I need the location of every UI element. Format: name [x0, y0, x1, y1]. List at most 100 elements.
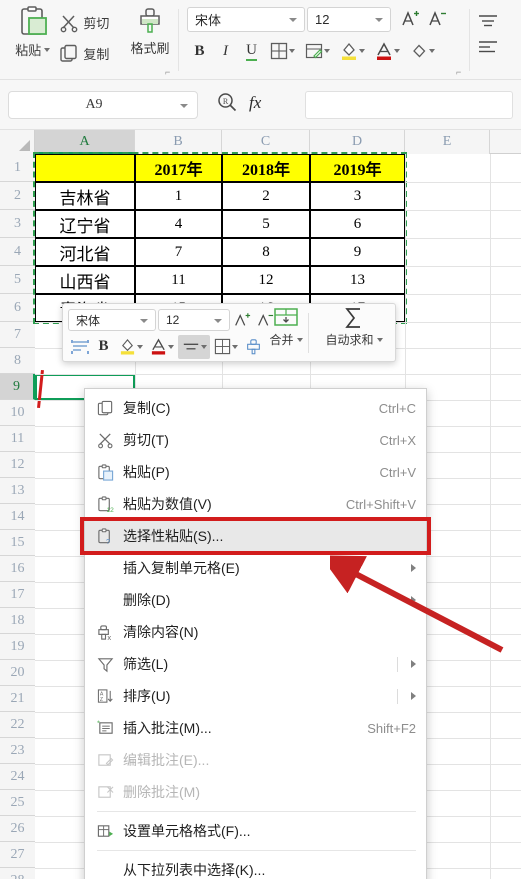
mini-font-size-select[interactable]: 12 [158, 309, 230, 331]
row-header-8[interactable]: 8 [0, 348, 35, 374]
chevron-down-icon[interactable] [180, 103, 188, 108]
chevron-down-icon[interactable] [232, 344, 238, 349]
align-left-button[interactable] [476, 34, 518, 60]
table-cell-A5[interactable]: 山西省 [35, 266, 135, 294]
table-cell-B5[interactable]: 11 [135, 266, 222, 294]
submenu-arrow-icon[interactable] [411, 692, 416, 700]
table-cell-D4[interactable]: 9 [310, 238, 405, 266]
column-header-c[interactable]: C [222, 130, 310, 154]
row-header-25[interactable]: 25 [0, 790, 35, 816]
menu-item-4[interactable]: ? 选择性粘贴(S)... [85, 520, 426, 552]
table-cell-C5[interactable]: 12 [222, 266, 310, 294]
chevron-down-icon[interactable] [140, 319, 148, 323]
row-header-14[interactable]: 14 [0, 504, 35, 530]
menu-item-3[interactable]: 12 粘贴为数值(V) Ctrl+Shift+V [85, 488, 426, 520]
font-color-button[interactable] [370, 38, 404, 64]
row-header-21[interactable]: 21 [0, 686, 35, 712]
mini-wrap-text-button[interactable] [68, 335, 91, 359]
row-header-9[interactable]: 9 [0, 374, 35, 400]
insert-function-search-icon[interactable]: R [216, 91, 238, 118]
cell-style-button[interactable] [300, 38, 334, 64]
table-header-cell-B1[interactable]: 2017年 [135, 154, 222, 182]
submenu-arrow-icon[interactable] [411, 660, 416, 668]
chevron-down-icon[interactable] [323, 49, 330, 53]
menu-item-1[interactable]: 剪切(T) Ctrl+X [85, 424, 426, 456]
table-cell-D5[interactable]: 13 [310, 266, 405, 294]
mini-font-color-button[interactable] [147, 335, 177, 359]
row-header-12[interactable]: 12 [0, 452, 35, 478]
paste-button[interactable]: 粘贴 [6, 3, 59, 59]
table-cell-A2[interactable]: 吉林省 [35, 182, 135, 210]
select-all-corner[interactable] [0, 130, 35, 154]
row-header-6[interactable]: 6 [0, 294, 35, 322]
font-dialog-launcher[interactable]: ⌐ [456, 68, 464, 77]
table-cell-B4[interactable]: 7 [135, 238, 222, 266]
decrease-font-size-button[interactable] [424, 7, 449, 32]
row-header-24[interactable]: 24 [0, 764, 35, 790]
chevron-down-icon[interactable] [428, 49, 435, 53]
mini-increase-font-button[interactable] [230, 309, 253, 332]
font-size-select[interactable]: 12 [307, 6, 391, 32]
merge-cells-button[interactable]: 合并 [259, 306, 313, 348]
increase-font-size-button[interactable] [397, 7, 422, 32]
fill-color-button[interactable] [335, 38, 369, 64]
underline-button[interactable]: U [239, 38, 264, 64]
menu-item-0[interactable]: 复制(C) Ctrl+C [85, 392, 426, 424]
mini-font-name-select[interactable]: 宋体 [68, 309, 156, 331]
chevron-down-icon[interactable] [137, 344, 143, 349]
chevron-down-icon[interactable] [393, 49, 400, 53]
clipboard-dialog-launcher[interactable]: ⌐ [165, 68, 173, 77]
row-header-27[interactable]: 27 [0, 842, 35, 868]
table-cell-C3[interactable]: 5 [222, 210, 310, 238]
chevron-down-icon[interactable] [168, 344, 174, 349]
italic-button[interactable]: I [213, 38, 238, 64]
clear-format-button[interactable] [405, 38, 439, 64]
mini-borders-button[interactable] [211, 335, 241, 359]
table-cell-D3[interactable]: 6 [310, 210, 405, 238]
table-cell-C2[interactable]: 2 [222, 182, 310, 210]
row-header-5[interactable]: 5 [0, 266, 35, 294]
menu-item-10[interactable]: * 插入批注(M)... Shift+F2 [85, 712, 426, 744]
table-header-cell-D1[interactable]: 2019年 [310, 154, 405, 182]
row-header-23[interactable]: 23 [0, 738, 35, 764]
row-header-11[interactable]: 11 [0, 426, 35, 452]
row-header-13[interactable]: 13 [0, 478, 35, 504]
table-cell-B2[interactable]: 1 [135, 182, 222, 210]
mini-bold-button[interactable]: B [92, 335, 115, 359]
menu-item-13[interactable]: 设置单元格格式(F)... [85, 815, 426, 847]
copy-button[interactable]: 复制 [59, 38, 128, 69]
row-header-26[interactable]: 26 [0, 816, 35, 842]
row-header-4[interactable]: 4 [0, 238, 35, 266]
table-cell-B3[interactable]: 4 [135, 210, 222, 238]
chevron-down-icon[interactable] [289, 17, 297, 22]
row-header-22[interactable]: 22 [0, 712, 35, 738]
menu-item-2[interactable]: 粘贴(P) Ctrl+V [85, 456, 426, 488]
column-header-e[interactable]: E [405, 130, 490, 154]
autosum-button[interactable]: 自动求和 [317, 306, 391, 348]
row-header-3[interactable]: 3 [0, 210, 35, 238]
menu-item-14[interactable]: 从下拉列表中选择(K)... [85, 854, 426, 879]
chevron-down-icon[interactable] [296, 337, 303, 342]
row-header-2[interactable]: 2 [0, 182, 35, 210]
mini-fill-color-button[interactable] [116, 335, 146, 359]
font-name-select[interactable]: 宋体 [187, 6, 305, 32]
column-header-b[interactable]: B [135, 130, 222, 154]
table-cell-D2[interactable]: 3 [310, 182, 405, 210]
row-header-20[interactable]: 20 [0, 660, 35, 686]
table-cell-A4[interactable]: 河北省 [35, 238, 135, 266]
formula-input[interactable] [305, 91, 513, 119]
row-header-10[interactable]: 10 [0, 400, 35, 426]
table-header-cell-A1[interactable] [35, 154, 135, 182]
borders-button[interactable] [265, 38, 299, 64]
chevron-down-icon[interactable] [200, 344, 207, 349]
column-header-d[interactable]: D [310, 130, 405, 154]
table-header-cell-C1[interactable]: 2018年 [222, 154, 310, 182]
cut-button[interactable]: 剪切 [59, 7, 128, 38]
row-header-19[interactable]: 19 [0, 634, 35, 660]
mini-align-button[interactable] [178, 334, 210, 359]
chevron-down-icon[interactable] [358, 49, 365, 53]
row-header-7[interactable]: 7 [0, 322, 35, 348]
menu-item-9[interactable]: A Z 排序(U) [85, 680, 426, 712]
format-painter-button[interactable]: 格式刷 [128, 3, 172, 57]
chevron-down-icon[interactable] [376, 337, 383, 342]
